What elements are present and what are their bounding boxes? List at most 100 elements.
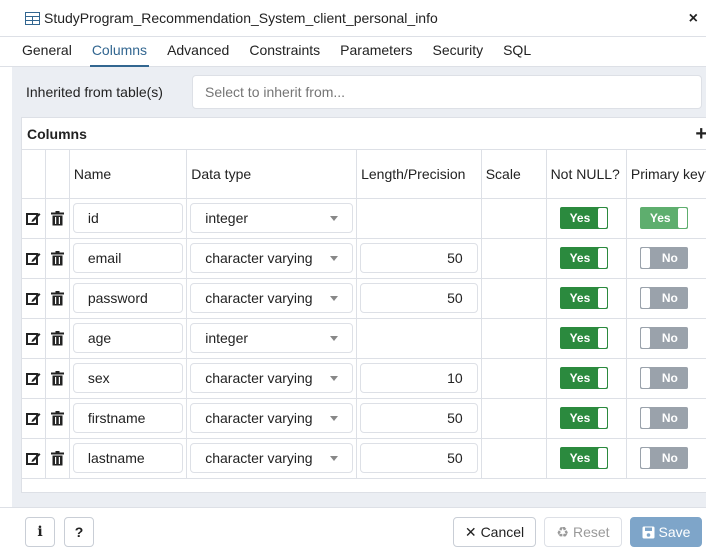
column-name-input[interactable]: email xyxy=(72,243,184,273)
tab-columns[interactable]: Columns xyxy=(82,42,157,67)
edit-row-button[interactable] xyxy=(22,438,47,479)
data-type-select[interactable]: character varying xyxy=(190,443,354,473)
delete-row-button[interactable] xyxy=(45,438,70,479)
length-input[interactable]: 50 xyxy=(360,243,478,273)
primary-key-toggle[interactable]: No xyxy=(639,287,688,309)
scale-cell[interactable] xyxy=(481,318,547,359)
reset-button[interactable]: ♻ Reset xyxy=(544,517,622,547)
delete-row-button[interactable] xyxy=(45,358,70,399)
tab-sql[interactable]: SQL xyxy=(493,42,541,66)
primary-key-cell: No xyxy=(626,358,706,399)
delete-row-button[interactable] xyxy=(45,398,70,439)
close-icon[interactable]: × xyxy=(689,10,698,28)
trash-icon xyxy=(46,250,69,266)
scale-cell[interactable] xyxy=(481,198,547,239)
edit-row-button[interactable] xyxy=(22,278,47,319)
column-name-input[interactable]: age xyxy=(72,323,184,353)
data-type-select[interactable]: character varying xyxy=(190,243,354,273)
edit-icon xyxy=(22,331,45,346)
dialog-titlebar: StudyProgram_Recommendation_System_clien… xyxy=(0,0,706,37)
column-name-input[interactable]: lastname xyxy=(72,443,184,473)
tab-general[interactable]: General xyxy=(12,42,82,66)
tab-constraints[interactable]: Constraints xyxy=(239,42,330,66)
name-cell: id xyxy=(69,198,188,239)
data-type-select[interactable]: integer xyxy=(190,323,354,353)
not-null-toggle[interactable]: Yes xyxy=(559,247,608,269)
primary-key-toggle-label: No xyxy=(661,411,678,425)
not-null-toggle-label: Yes xyxy=(569,451,591,465)
primary-key-toggle[interactable]: Yes xyxy=(639,207,688,229)
close-x-icon: ✕ xyxy=(464,523,477,540)
edit-row-button[interactable] xyxy=(22,398,47,439)
not-null-cell: Yes xyxy=(546,278,627,319)
data-type-select[interactable]: character varying xyxy=(190,403,354,433)
data-type-select[interactable]: character varying xyxy=(190,283,354,313)
scale-cell[interactable] xyxy=(481,358,547,399)
inherit-select-input[interactable] xyxy=(192,75,702,109)
primary-key-toggle[interactable]: No xyxy=(639,327,688,349)
column-name-input[interactable]: id xyxy=(72,203,184,233)
length-cell[interactable] xyxy=(356,318,482,359)
info-button[interactable]: i xyxy=(25,517,55,547)
edit-icon xyxy=(22,371,45,386)
scale-cell[interactable] xyxy=(481,278,547,319)
length-input[interactable]: 50 xyxy=(360,443,478,473)
tab-parameters[interactable]: Parameters xyxy=(330,42,422,66)
edit-row-button[interactable] xyxy=(22,318,47,359)
not-null-toggle[interactable]: Yes xyxy=(559,367,608,389)
name-cell: sex xyxy=(69,358,188,399)
edit-row-button[interactable] xyxy=(22,238,47,279)
columns-table-header: Name Data type Length/Precision Scale No… xyxy=(22,150,706,199)
edit-row-button[interactable] xyxy=(22,358,47,399)
length-input[interactable]: 10 xyxy=(360,363,478,393)
length-input[interactable]: 50 xyxy=(360,283,478,313)
delete-row-button[interactable] xyxy=(45,238,70,279)
data-type-value: integer xyxy=(205,210,249,226)
chevron-down-icon xyxy=(330,295,339,301)
primary-key-cell: No xyxy=(626,398,706,439)
not-null-toggle[interactable]: Yes xyxy=(559,327,608,349)
length-cell: 50 xyxy=(356,438,482,479)
columns-table: Name Data type Length/Precision Scale No… xyxy=(22,150,706,479)
length-cell[interactable] xyxy=(356,198,482,239)
scale-cell[interactable] xyxy=(481,438,547,479)
primary-key-cell: No xyxy=(626,238,706,279)
header-scale: Scale xyxy=(481,150,547,199)
primary-key-toggle[interactable]: No xyxy=(639,367,688,389)
data-type-value: character varying xyxy=(205,410,313,426)
data-type-value: character varying xyxy=(205,250,313,266)
length-input[interactable]: 50 xyxy=(360,403,478,433)
cancel-button[interactable]: ✕ Cancel xyxy=(453,517,536,547)
scale-cell[interactable] xyxy=(481,398,547,439)
delete-row-button[interactable] xyxy=(45,278,70,319)
table-row: firstname character varying 50 Yes No xyxy=(22,398,706,439)
primary-key-toggle[interactable]: No xyxy=(639,247,688,269)
tab-advanced[interactable]: Advanced xyxy=(157,42,239,66)
save-button[interactable]: Save xyxy=(630,517,702,547)
trash-icon xyxy=(46,290,69,306)
scale-cell[interactable] xyxy=(481,238,547,279)
delete-row-button[interactable] xyxy=(45,318,70,359)
edit-icon xyxy=(22,291,45,306)
delete-row-button[interactable] xyxy=(45,198,70,239)
edit-icon xyxy=(22,211,45,226)
add-column-button[interactable]: + xyxy=(695,124,706,144)
toggle-knob xyxy=(597,328,607,348)
data-type-select[interactable]: integer xyxy=(190,203,354,233)
data-type-cell: character varying xyxy=(186,238,358,279)
not-null-toggle[interactable]: Yes xyxy=(559,287,608,309)
data-type-select[interactable]: character varying xyxy=(190,363,354,393)
not-null-toggle[interactable]: Yes xyxy=(559,447,608,469)
not-null-toggle[interactable]: Yes xyxy=(559,207,608,229)
not-null-cell: Yes xyxy=(546,318,627,359)
column-name-input[interactable]: firstname xyxy=(72,403,184,433)
primary-key-toggle-label: No xyxy=(661,451,678,465)
not-null-toggle[interactable]: Yes xyxy=(559,407,608,429)
column-name-input[interactable]: sex xyxy=(72,363,184,393)
primary-key-toggle[interactable]: No xyxy=(639,447,688,469)
edit-row-button[interactable] xyxy=(22,198,47,239)
tab-security[interactable]: Security xyxy=(423,42,494,66)
column-name-input[interactable]: password xyxy=(72,283,184,313)
help-button[interactable]: ? xyxy=(64,517,94,547)
primary-key-toggle[interactable]: No xyxy=(639,407,688,429)
